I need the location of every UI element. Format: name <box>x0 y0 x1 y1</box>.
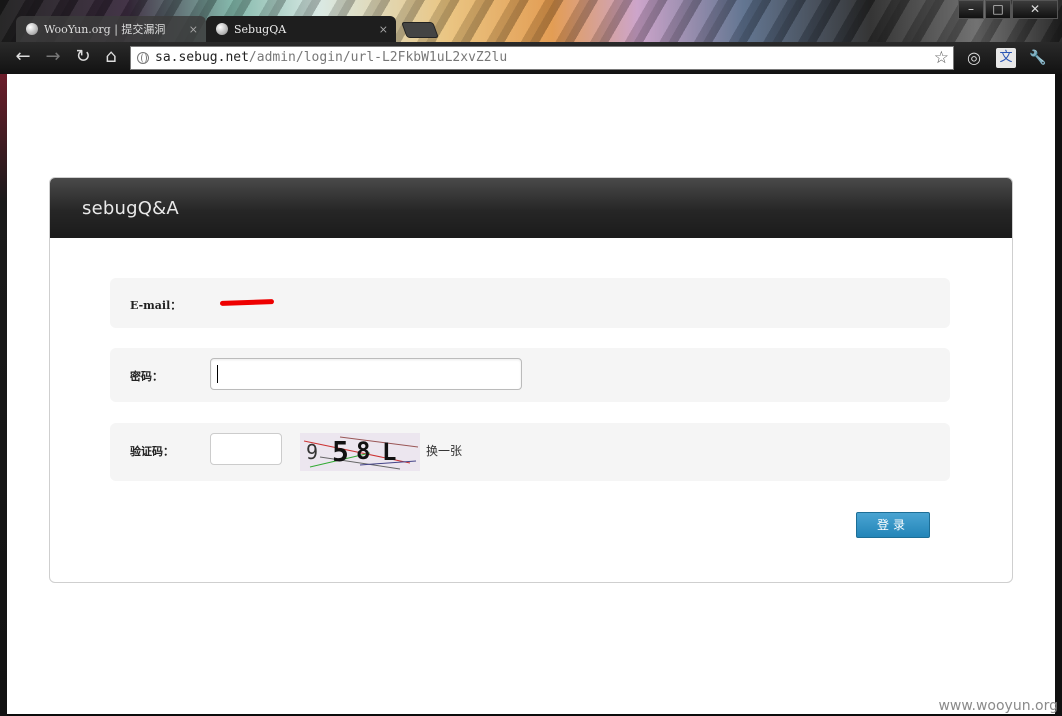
close-window-button[interactable]: ✕ <box>1012 0 1058 19</box>
url-host: sa.sebug.net <box>155 50 249 65</box>
back-arrow-icon[interactable]: ← <box>12 46 34 68</box>
captcha-char: 8 <box>356 437 371 465</box>
page-info-icon[interactable] <box>137 52 149 64</box>
maximize-button[interactable]: □ <box>985 0 1011 19</box>
forward-arrow-icon[interactable]: → <box>42 46 64 68</box>
captcha-char: 5 <box>332 435 349 468</box>
url-path: /admin/login/url-L2FkbW1uL2xvZ2lu <box>248 50 508 65</box>
email-label: E-mail： <box>130 299 182 312</box>
password-input[interactable] <box>210 358 522 390</box>
translate-icon[interactable]: 文 <box>996 48 1016 68</box>
tab-label: SebugQA <box>234 22 287 36</box>
redacted-email <box>219 299 275 306</box>
login-button[interactable]: 登录 <box>856 512 930 538</box>
refresh-captcha-link[interactable]: 换一张 <box>426 442 462 459</box>
tab-wooyun[interactable]: WooYun.org | 提交漏洞 × <box>16 16 206 42</box>
email-row: E-mail： <box>110 278 950 328</box>
text-caret <box>217 365 218 383</box>
captcha-char: 9 <box>306 440 319 464</box>
brand-logo: sebugQ&A <box>82 198 179 219</box>
page-viewport: sebugQ&A E-mail： 密码： 验证码： 9 5 8 L 换一张 登录 <box>7 74 1055 714</box>
bookmark-star-icon[interactable]: ☆ <box>934 48 949 68</box>
captcha-row: 验证码： 9 5 8 L 换一张 <box>110 423 950 481</box>
panel-header: sebugQ&A <box>50 178 1012 238</box>
window-frame-left <box>0 74 7 716</box>
window-controls: – □ ✕ <box>957 0 1058 19</box>
tab-sebugqa[interactable]: SebugQA × <box>206 16 396 42</box>
password-row: 密码： <box>110 348 950 402</box>
reload-icon[interactable]: ↻ <box>72 46 94 68</box>
close-tab-icon[interactable]: × <box>189 23 198 36</box>
watermark-text: www.wooyun.org <box>938 698 1058 714</box>
captcha-input[interactable] <box>210 433 282 465</box>
window-frame-right <box>1055 74 1062 716</box>
home-icon[interactable]: ⌂ <box>100 46 122 68</box>
globe-icon <box>26 23 38 35</box>
address-bar[interactable]: sa.sebug.net/admin/login/url-L2FkbW1uL2x… <box>130 46 954 70</box>
password-label: 密码： <box>130 370 163 383</box>
captcha-char: L <box>382 438 397 466</box>
captcha-image[interactable]: 9 5 8 L <box>300 433 420 471</box>
globe-extension-icon[interactable]: ◎ <box>964 48 984 68</box>
minimize-button[interactable]: – <box>958 0 984 19</box>
globe-icon <box>216 23 228 35</box>
tab-label: WooYun.org | 提交漏洞 <box>44 23 166 36</box>
captcha-label: 验证码： <box>130 445 174 458</box>
wrench-icon[interactable]: 🔧 <box>1028 48 1048 68</box>
url-text[interactable]: sa.sebug.net/admin/login/url-L2FkbW1uL2x… <box>155 50 507 65</box>
new-tab-button[interactable] <box>401 22 439 38</box>
close-tab-icon[interactable]: × <box>379 23 388 36</box>
